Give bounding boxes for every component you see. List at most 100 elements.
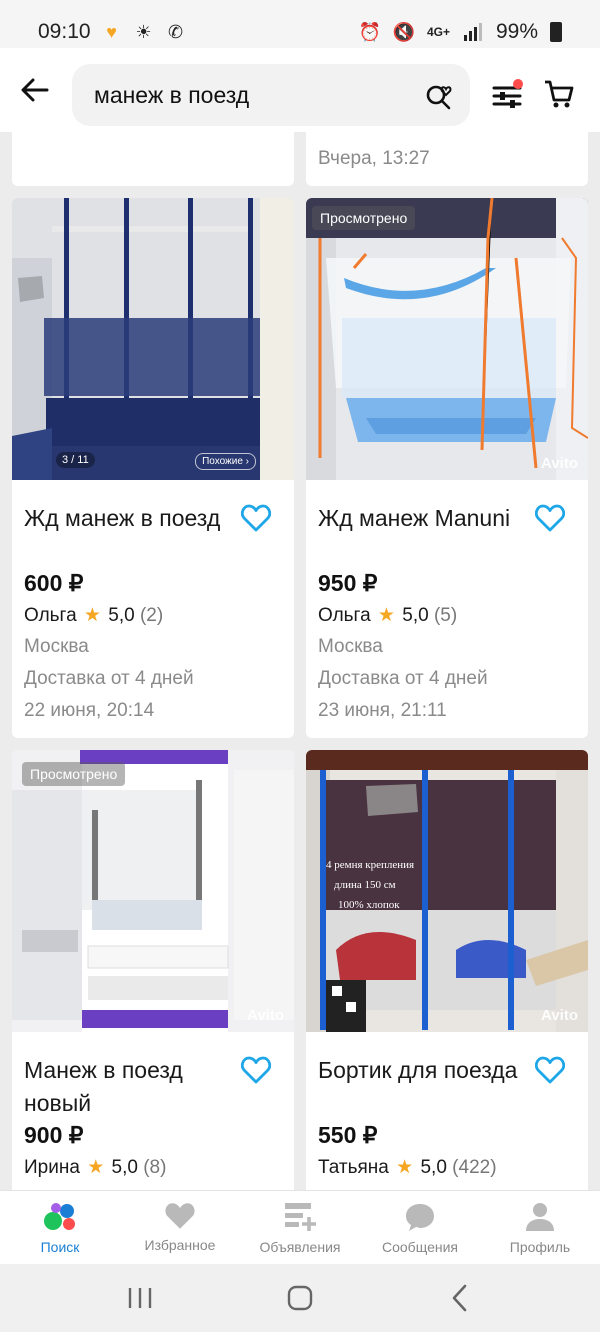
nav-messages[interactable]: Сообщения bbox=[360, 1191, 480, 1264]
battery-level: 99% bbox=[495, 20, 538, 43]
status-time: 09:10 bbox=[38, 20, 91, 43]
system-back-button[interactable] bbox=[430, 1273, 490, 1323]
listing-icon bbox=[285, 1203, 316, 1231]
filters-button[interactable] bbox=[482, 66, 532, 122]
listing-photo[interactable]: 4 ремня крепления длина 150 см 100% хлоп… bbox=[306, 750, 588, 1032]
favorite-button[interactable] bbox=[530, 1050, 570, 1090]
home-button[interactable] bbox=[270, 1273, 330, 1323]
saved-search-icon[interactable] bbox=[424, 80, 454, 110]
recent-apps-button[interactable] bbox=[110, 1273, 170, 1323]
nav-listings[interactable]: Объявления bbox=[240, 1191, 360, 1264]
network-type: 4G+ bbox=[426, 25, 450, 39]
back-button[interactable] bbox=[0, 48, 70, 132]
viewed-badge: Просмотрено bbox=[22, 762, 126, 786]
review-count: (8) bbox=[143, 1157, 167, 1178]
seller-info: Ирина ★ 5,0 (8) bbox=[24, 1156, 166, 1179]
img-caption-3: 100% хлопок bbox=[338, 899, 400, 911]
listing-card-partial[interactable] bbox=[12, 132, 294, 186]
signal-icon bbox=[462, 21, 484, 43]
avito-watermark: Avito bbox=[541, 455, 578, 472]
seller-rating: 5,0 bbox=[420, 1157, 447, 1178]
listing-city: Москва bbox=[318, 636, 383, 657]
nav-label: Объявления bbox=[259, 1239, 341, 1255]
seller-rating: 5,0 bbox=[402, 605, 429, 626]
star-icon: ★ bbox=[83, 605, 101, 626]
listing-delivery: Доставка от 4 дней bbox=[24, 668, 194, 689]
seller-info: Татьяна ★ 5,0 (422) bbox=[318, 1156, 497, 1179]
battery-icon bbox=[550, 22, 562, 42]
heart-icon bbox=[535, 504, 565, 532]
profile-icon bbox=[526, 1203, 554, 1231]
recent-apps-icon bbox=[128, 1288, 152, 1308]
home-icon bbox=[287, 1285, 313, 1311]
seller-name: Ольга bbox=[318, 605, 371, 626]
heart-icon bbox=[165, 1203, 195, 1229]
listing-date: 23 июня, 21:11 bbox=[318, 700, 447, 721]
search-input[interactable]: манеж в поезд bbox=[72, 64, 470, 126]
listing-card[interactable]: 3 / 11 Похожие › Жд манеж в поезд 600 ₽ … bbox=[12, 198, 294, 738]
favorite-button[interactable] bbox=[530, 498, 570, 538]
nav-profile[interactable]: Профиль bbox=[480, 1191, 600, 1264]
listing-card-partial[interactable]: Вчера, 13:27 bbox=[306, 132, 588, 186]
search-query[interactable]: манеж в поезд bbox=[94, 82, 424, 109]
review-count: (422) bbox=[452, 1157, 497, 1178]
review-count: (5) bbox=[433, 605, 458, 626]
heart-icon bbox=[535, 1056, 565, 1084]
listing-city: Москва bbox=[24, 636, 89, 657]
nav-favorites[interactable]: Избранное bbox=[120, 1191, 240, 1264]
cart-button[interactable] bbox=[534, 66, 584, 122]
img-caption-1: 4 ремня крепления bbox=[326, 859, 414, 871]
review-count: (2) bbox=[139, 605, 164, 626]
listing-date: 22 июня, 20:14 bbox=[24, 700, 155, 721]
listing-card[interactable]: Просмотрено Avito Жд манеж Manuni 950 ₽ … bbox=[306, 198, 588, 738]
listing-title[interactable]: Жд манеж в поезд bbox=[24, 502, 234, 535]
seller-info: Ольга ★ 5,0 (5) bbox=[318, 604, 457, 627]
listing-feed[interactable]: Вчера, 13:27 3 / 11 Похожие › Жд манеж в… bbox=[0, 132, 600, 1190]
search-header: манеж в поезд bbox=[0, 48, 600, 132]
seller-name: Ирина bbox=[24, 1157, 80, 1178]
heart-icon bbox=[241, 504, 271, 532]
nav-search[interactable]: Поиск bbox=[0, 1191, 120, 1264]
similar-button[interactable]: Похожие › bbox=[195, 453, 256, 470]
mute-icon: 🔇 bbox=[392, 22, 416, 42]
listing-photo[interactable]: 3 / 11 Похожие › bbox=[12, 198, 294, 480]
seller-rating: 5,0 bbox=[111, 1157, 138, 1178]
chat-icon bbox=[406, 1204, 434, 1231]
listing-delivery: Доставка от 4 дней bbox=[318, 668, 488, 689]
bottom-navigation: Поиск Избранное Объявления Сообщения Про… bbox=[0, 1190, 600, 1264]
favorite-button[interactable] bbox=[236, 1050, 276, 1090]
avito-watermark: Avito bbox=[247, 1007, 284, 1024]
listing-price: 950 ₽ bbox=[318, 570, 378, 596]
whatsapp-icon: ✆ bbox=[168, 22, 184, 42]
listing-price: 900 ₽ bbox=[24, 1122, 84, 1148]
listing-price: 550 ₽ bbox=[318, 1122, 378, 1148]
star-icon: ★ bbox=[87, 1157, 105, 1178]
seller-name: Ольга bbox=[24, 605, 77, 626]
listing-price: 600 ₽ bbox=[24, 570, 84, 596]
seller-rating: 5,0 bbox=[108, 605, 135, 626]
listing-card[interactable]: Просмотрено Avito Манеж в поезд новый 90… bbox=[12, 750, 294, 1190]
seller-info: Ольга ★ 5,0 (2) bbox=[24, 604, 163, 627]
alarm-icon: ⏰ bbox=[358, 22, 382, 42]
star-icon: ★ bbox=[396, 1157, 414, 1178]
heart-icon bbox=[241, 1056, 271, 1084]
favorite-button[interactable] bbox=[236, 498, 276, 538]
brightness-icon: ☀ bbox=[135, 22, 152, 42]
chevron-left-icon bbox=[452, 1284, 467, 1312]
photo-counter: 3 / 11 bbox=[56, 452, 95, 468]
nav-label: Поиск bbox=[40, 1239, 80, 1255]
nav-label: Избранное bbox=[144, 1237, 216, 1253]
listing-title[interactable]: Манеж в поезд новый bbox=[24, 1054, 234, 1120]
listing-card[interactable]: 4 ремня крепления длина 150 см 100% хлоп… bbox=[306, 750, 588, 1190]
filters-icon bbox=[492, 79, 523, 108]
listing-title[interactable]: Бортик для поезда bbox=[318, 1054, 528, 1087]
listing-photo[interactable]: Просмотрено Avito bbox=[12, 750, 294, 1032]
nav-label: Профиль bbox=[509, 1239, 571, 1255]
viewed-badge: Просмотрено bbox=[312, 206, 416, 230]
listing-photo[interactable]: Просмотрено Avito bbox=[306, 198, 588, 480]
listing-title[interactable]: Жд манеж Manuni bbox=[318, 502, 528, 535]
img-caption-2: длина 150 см bbox=[334, 879, 396, 891]
star-icon: ★ bbox=[377, 605, 395, 626]
arrow-left-icon bbox=[21, 78, 49, 102]
cart-icon bbox=[545, 80, 574, 108]
